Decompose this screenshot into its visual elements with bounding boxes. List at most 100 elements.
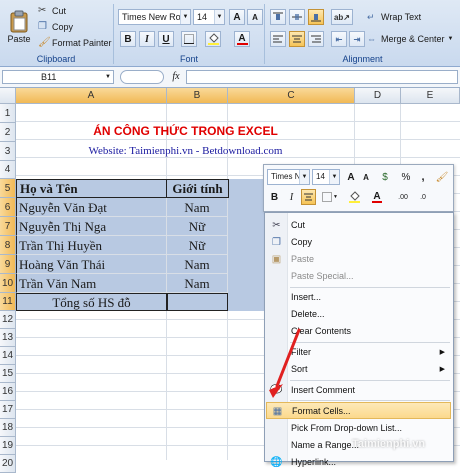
align-center-button[interactable] <box>289 31 305 47</box>
bold-button[interactable]: B <box>120 31 136 47</box>
row-header[interactable]: 11 <box>0 293 16 311</box>
fill-color-button[interactable] <box>205 31 221 47</box>
align-right-button[interactable] <box>308 31 324 47</box>
table-cell-gender[interactable]: Nam <box>167 198 228 217</box>
menu-item-format-cells[interactable]: ▦ Format Cells... <box>266 402 451 419</box>
table-row[interactable]: Trần Thị Huyền <box>16 236 167 255</box>
mini-grow-font-button[interactable]: A <box>344 169 358 185</box>
mini-comma-button[interactable]: , <box>416 169 430 185</box>
chevron-down-icon[interactable]: ▼ <box>333 194 338 200</box>
menu-item-paste[interactable]: ▣ Paste <box>266 251 451 268</box>
chevron-down-icon[interactable]: ▼ <box>299 170 309 184</box>
mini-increase-decimal-button[interactable]: .0 <box>414 189 432 205</box>
mini-format-painter-button[interactable]: 🖌 <box>434 169 450 185</box>
menu-item-pick-list[interactable]: Pick From Drop-down List... <box>266 420 451 437</box>
format-painter-button[interactable]: 🖌 Format Painter <box>38 36 112 49</box>
row-header[interactable]: 1 <box>0 104 16 123</box>
orientation-button[interactable]: ab↗ <box>331 9 353 25</box>
mini-fill-color-button[interactable] <box>344 189 364 205</box>
mini-borders-button[interactable]: ▼ <box>320 189 340 205</box>
mini-shrink-font-button[interactable]: A <box>359 169 373 185</box>
active-cell-b11[interactable] <box>167 293 228 311</box>
row-header[interactable]: 9 <box>0 255 16 274</box>
row-header[interactable]: 2 <box>0 123 16 142</box>
table-cell-gender[interactable]: Nam <box>167 274 228 293</box>
row-header[interactable]: 7 <box>0 217 16 236</box>
row-header[interactable]: 20 <box>0 455 16 473</box>
row-header[interactable]: 18 <box>0 419 16 437</box>
column-header-c[interactable]: C <box>228 88 355 104</box>
align-middle-button[interactable] <box>289 9 305 25</box>
table-header-name[interactable]: Họ và Tên <box>16 179 167 198</box>
chevron-down-icon[interactable]: ▼ <box>448 36 454 42</box>
menu-item-paste-special[interactable]: Paste Special... <box>266 268 451 285</box>
chevron-down-icon[interactable]: ▼ <box>180 10 190 24</box>
cut-button[interactable]: ✂ Cut <box>38 4 88 17</box>
align-top-button[interactable] <box>270 9 286 25</box>
row-header[interactable]: 17 <box>0 401 16 419</box>
row-header[interactable]: 4 <box>0 161 16 179</box>
menu-item-hyperlink[interactable]: 🌐 Hyperlink... <box>266 454 451 471</box>
mini-font-color-button[interactable]: A <box>368 189 386 205</box>
mini-center-button[interactable] <box>301 189 316 205</box>
paste-button[interactable]: Paste <box>4 4 34 50</box>
mini-font-size-combo[interactable]: 14 ▼ <box>312 169 340 185</box>
copy-button[interactable]: ❐ Copy <box>38 20 88 33</box>
increase-indent-button[interactable]: ⇥ <box>349 31 365 47</box>
table-header-gender[interactable]: Giới tính <box>166 179 229 198</box>
align-left-button[interactable] <box>270 31 286 47</box>
insert-function-button[interactable]: fx <box>168 70 184 84</box>
table-cell-gender[interactable]: Nữ <box>167 236 228 255</box>
formula-separator-icon[interactable] <box>120 70 164 84</box>
mini-percent-button[interactable]: % <box>398 169 414 185</box>
row-header[interactable]: 19 <box>0 437 16 455</box>
row-header[interactable]: 5 <box>0 179 16 198</box>
table-row[interactable]: Nguyễn Thị Nga <box>16 217 167 236</box>
column-header-b[interactable]: B <box>167 88 228 104</box>
shrink-font-button[interactable]: A <box>247 9 263 25</box>
merge-center-button[interactable]: ⇔ Merge & Center ▼ <box>367 31 459 47</box>
row-header[interactable]: 3 <box>0 142 16 161</box>
total-label-cell[interactable]: Tổng số HS đỗ <box>16 293 167 311</box>
row-header[interactable]: 10 <box>0 274 16 293</box>
borders-button[interactable] <box>181 31 197 47</box>
mini-currency-button[interactable]: $ <box>377 169 393 185</box>
chevron-down-icon[interactable]: ▼ <box>214 10 224 24</box>
column-header-e[interactable]: E <box>401 88 460 104</box>
mini-font-name-combo[interactable]: Times Ne ▼ <box>267 169 310 185</box>
font-name-combo[interactable]: Times New Rom ▼ <box>118 9 191 25</box>
column-header-a[interactable]: A <box>16 88 167 104</box>
decrease-indent-button[interactable]: ⇤ <box>331 31 347 47</box>
grow-font-button[interactable]: A <box>229 9 245 25</box>
table-cell-gender[interactable]: Nữ <box>167 217 228 236</box>
row-header[interactable]: 8 <box>0 236 16 255</box>
column-header-d[interactable]: D <box>355 88 401 104</box>
font-color-button[interactable]: A <box>234 31 250 47</box>
mini-bold-button[interactable]: B <box>267 189 282 205</box>
mini-italic-button[interactable]: I <box>284 189 299 205</box>
chevron-down-icon[interactable]: ▼ <box>105 71 111 83</box>
select-all-corner[interactable] <box>0 88 16 104</box>
align-bottom-button[interactable] <box>308 9 324 25</box>
sheet-website[interactable]: Website: Taimienphi.vn - Betdownload.com <box>16 142 355 160</box>
menu-item-copy[interactable]: ❐ Copy <box>266 234 451 251</box>
row-header[interactable]: 12 <box>0 311 16 329</box>
table-row[interactable]: Hoàng Văn Thái <box>16 255 167 274</box>
italic-button[interactable]: I <box>139 31 155 47</box>
formula-input[interactable] <box>186 70 458 84</box>
sheet-title[interactable]: ÁN CÔNG THỨC TRONG EXCEL <box>16 122 355 140</box>
row-header[interactable]: 6 <box>0 198 16 217</box>
row-header[interactable]: 15 <box>0 365 16 383</box>
table-cell-gender[interactable]: Nam <box>167 255 228 274</box>
chevron-down-icon[interactable]: ▼ <box>329 170 339 184</box>
row-header[interactable]: 16 <box>0 383 16 401</box>
name-box[interactable]: B11 ▼ <box>2 70 114 84</box>
font-size-combo[interactable]: 14 ▼ <box>193 9 225 25</box>
table-row[interactable]: Nguyễn Văn Đạt <box>16 198 167 217</box>
wrap-text-button[interactable]: ↵ Wrap Text <box>367 9 447 25</box>
table-row[interactable]: Trần Văn Nam <box>16 274 167 293</box>
menu-item-cut[interactable]: ✂ Cut <box>266 217 451 234</box>
menu-item-insert[interactable]: Insert... <box>266 289 451 306</box>
row-header[interactable]: 14 <box>0 347 16 365</box>
menu-item-delete[interactable]: Delete... <box>266 306 451 323</box>
